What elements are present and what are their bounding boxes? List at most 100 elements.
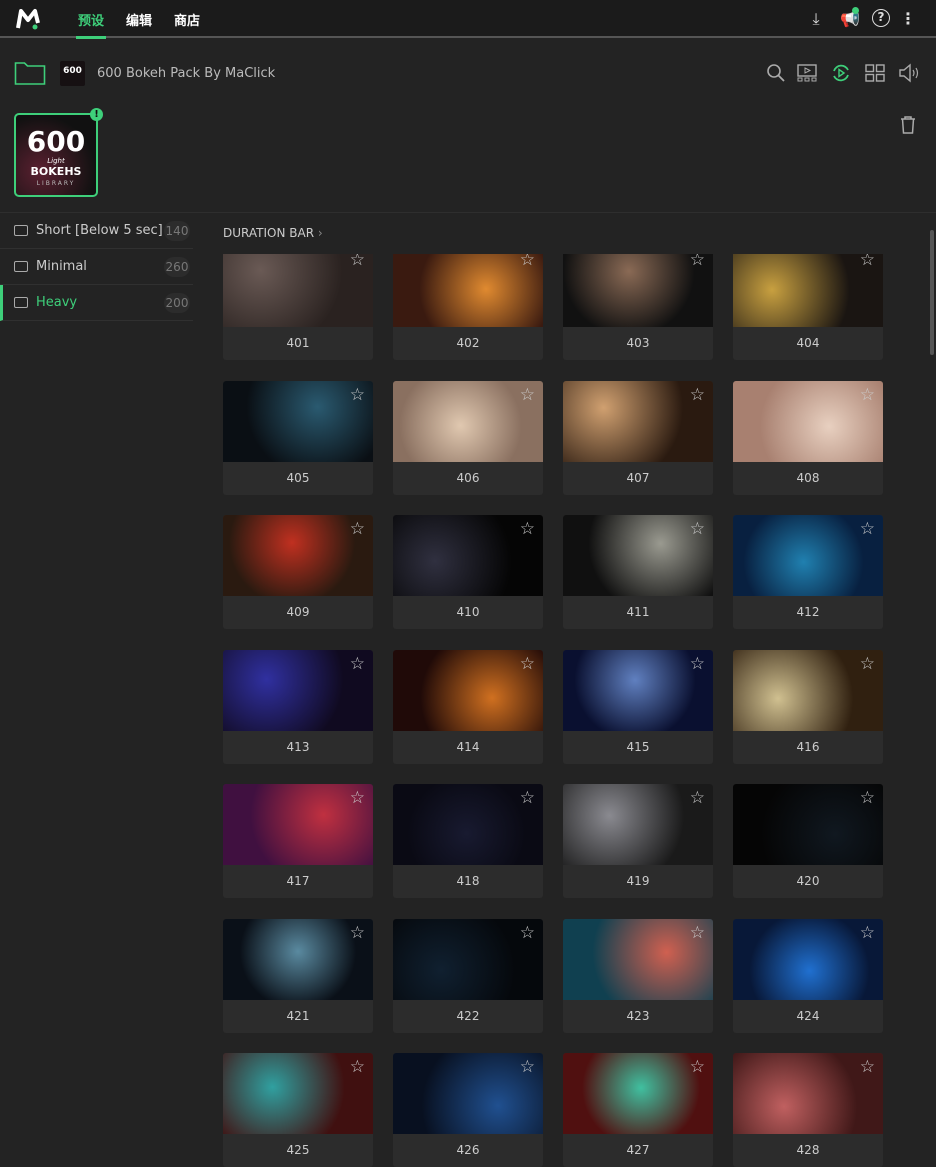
clip-thumbnail[interactable]: ☆ (223, 649, 373, 731)
autoplay-icon[interactable] (830, 62, 852, 84)
favorite-star-icon[interactable]: ☆ (690, 386, 705, 404)
clip-thumbnail[interactable]: ☆ (733, 380, 883, 462)
clip-thumbnail[interactable]: ☆ (563, 254, 713, 327)
clip-thumbnail[interactable]: ☆ (563, 649, 713, 731)
clip-card[interactable]: ☆ 409 (223, 515, 373, 629)
clip-thumbnail[interactable]: ☆ (733, 918, 883, 1000)
favorite-star-icon[interactable]: ☆ (520, 521, 535, 538)
grid-icon[interactable] (864, 62, 886, 84)
favorite-star-icon[interactable]: ☆ (860, 521, 875, 538)
help-icon[interactable]: ? (872, 9, 890, 27)
section-header[interactable]: DURATION BAR › (223, 226, 323, 240)
clip-thumbnail[interactable]: ☆ (563, 784, 713, 865)
trash-icon[interactable] (897, 114, 919, 136)
favorite-star-icon[interactable]: ☆ (520, 254, 535, 269)
clip-thumbnail[interactable]: ☆ (393, 1053, 543, 1134)
favorite-star-icon[interactable]: ☆ (860, 254, 875, 269)
favorite-star-icon[interactable]: ☆ (350, 1059, 365, 1076)
clip-card[interactable]: ☆ 404 (733, 254, 883, 360)
clip-thumbnail[interactable]: ☆ (223, 1053, 373, 1134)
clip-card[interactable]: ☆ 424 (733, 918, 883, 1033)
clip-card[interactable]: ☆ 410 (393, 515, 543, 629)
favorite-star-icon[interactable]: ☆ (520, 386, 535, 404)
clip-card[interactable]: ☆ 421 (223, 918, 373, 1033)
clip-thumbnail[interactable]: ☆ (733, 254, 883, 327)
clip-thumbnail[interactable]: ☆ (733, 649, 883, 731)
scrollbar[interactable] (930, 230, 934, 355)
sidebar-item-minimal[interactable]: Minimal 260 (0, 249, 193, 285)
clip-card[interactable]: ☆ 427 (563, 1053, 713, 1167)
clip-thumbnail[interactable]: ☆ (563, 380, 713, 462)
clip-thumbnail[interactable]: ☆ (733, 1053, 883, 1134)
clip-card[interactable]: ☆ 408 (733, 380, 883, 495)
favorite-star-icon[interactable]: ☆ (690, 655, 705, 673)
tab-edit[interactable]: 编辑 (126, 10, 152, 29)
clip-card[interactable]: ☆ 425 (223, 1053, 373, 1167)
favorite-star-icon[interactable]: ☆ (350, 924, 365, 942)
favorite-star-icon[interactable]: ☆ (520, 1059, 535, 1076)
tab-store[interactable]: 商店 (174, 10, 200, 29)
favorite-star-icon[interactable]: ☆ (690, 254, 705, 269)
tab-presets[interactable]: 预设 (75, 10, 107, 39)
volume-icon[interactable] (898, 62, 920, 84)
more-icon[interactable]: ⋮ (898, 9, 918, 29)
clip-card[interactable]: ☆ 412 (733, 515, 883, 629)
clip-card[interactable]: ☆ 413 (223, 649, 373, 764)
clip-thumbnail[interactable]: ☆ (563, 515, 713, 596)
favorite-star-icon[interactable]: ☆ (690, 924, 705, 942)
clip-card[interactable]: ☆ 419 (563, 784, 713, 898)
clip-card[interactable]: ☆ 428 (733, 1053, 883, 1167)
clip-thumbnail[interactable]: ☆ (393, 380, 543, 462)
clip-thumbnail[interactable]: ☆ (223, 380, 373, 462)
clip-card[interactable]: ☆ 420 (733, 784, 883, 898)
clip-thumbnail[interactable]: ☆ (393, 515, 543, 596)
clip-card[interactable]: ☆ 403 (563, 254, 713, 360)
favorite-star-icon[interactable]: ☆ (860, 924, 875, 942)
clip-card[interactable]: ☆ 406 (393, 380, 543, 495)
clip-thumbnail[interactable]: ☆ (393, 784, 543, 865)
clip-card[interactable]: ☆ 407 (563, 380, 713, 495)
search-icon[interactable] (765, 62, 787, 84)
clip-card[interactable]: ☆ 402 (393, 254, 543, 360)
favorite-star-icon[interactable]: ☆ (350, 655, 365, 673)
favorite-star-icon[interactable]: ☆ (350, 254, 365, 269)
clip-thumbnail[interactable]: ☆ (563, 918, 713, 1000)
folder-icon[interactable] (14, 60, 46, 86)
clip-thumbnail[interactable]: ☆ (223, 515, 373, 596)
clip-card[interactable]: ☆ 414 (393, 649, 543, 764)
sidebar-item-heavy[interactable]: Heavy 200 (0, 285, 193, 321)
favorite-star-icon[interactable]: ☆ (350, 386, 365, 404)
clip-card[interactable]: ☆ 426 (393, 1053, 543, 1167)
clip-thumbnail[interactable]: ☆ (393, 254, 543, 327)
favorite-star-icon[interactable]: ☆ (690, 1059, 705, 1076)
clip-card[interactable]: ☆ 418 (393, 784, 543, 898)
clip-card[interactable]: ☆ 423 (563, 918, 713, 1033)
favorite-star-icon[interactable]: ☆ (860, 655, 875, 673)
favorite-star-icon[interactable]: ☆ (860, 1059, 875, 1076)
clip-card[interactable]: ☆ 422 (393, 918, 543, 1033)
favorite-star-icon[interactable]: ☆ (350, 521, 365, 538)
clip-card[interactable]: ☆ 401 (223, 254, 373, 360)
clip-thumbnail[interactable]: ☆ (223, 254, 373, 327)
favorite-star-icon[interactable]: ☆ (860, 790, 875, 807)
clip-thumbnail[interactable]: ☆ (223, 918, 373, 1000)
favorite-star-icon[interactable]: ☆ (350, 790, 365, 807)
clip-thumbnail[interactable]: ☆ (733, 784, 883, 865)
clip-thumbnail[interactable]: ☆ (223, 784, 373, 865)
favorite-star-icon[interactable]: ☆ (690, 521, 705, 538)
favorite-star-icon[interactable]: ☆ (520, 790, 535, 807)
clip-card[interactable]: ☆ 415 (563, 649, 713, 764)
favorite-star-icon[interactable]: ☆ (690, 790, 705, 807)
clip-thumbnail[interactable]: ☆ (393, 918, 543, 1000)
clip-card[interactable]: ☆ 416 (733, 649, 883, 764)
sidebar-item-short[interactable]: Short [Below 5 sec] 140 (0, 213, 193, 249)
favorite-star-icon[interactable]: ☆ (520, 924, 535, 942)
favorite-star-icon[interactable]: ☆ (860, 386, 875, 404)
clip-card[interactable]: ☆ 411 (563, 515, 713, 629)
pack-cover[interactable]: 600 Light BOKEHS LIBRARY (14, 113, 98, 197)
app-logo[interactable] (16, 8, 40, 30)
favorite-star-icon[interactable]: ☆ (520, 655, 535, 673)
clip-card[interactable]: ☆ 417 (223, 784, 373, 898)
clip-thumbnail[interactable]: ☆ (733, 515, 883, 596)
clip-thumbnail[interactable]: ☆ (393, 649, 543, 731)
